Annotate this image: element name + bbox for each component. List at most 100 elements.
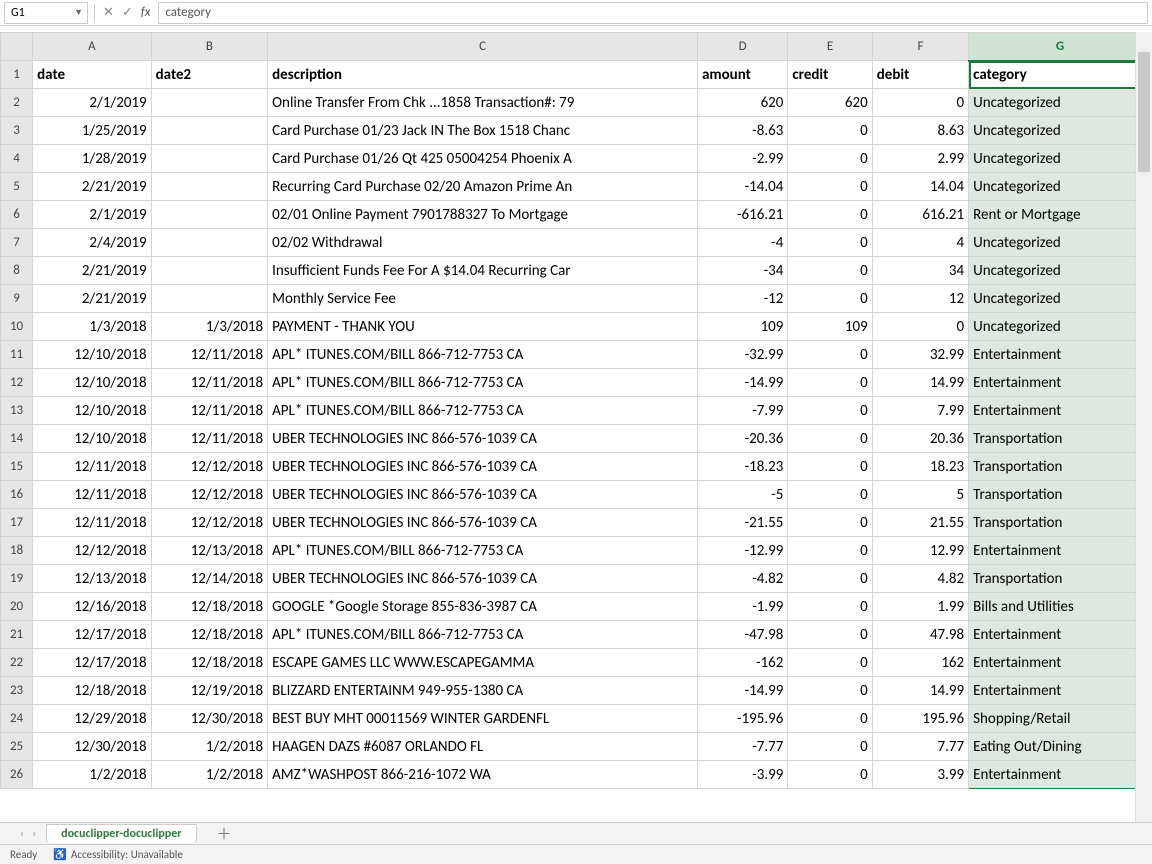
column-header-D[interactable]: D (697, 33, 787, 61)
column-header-A[interactable]: A (33, 33, 152, 61)
cell[interactable]: 18.23 (872, 453, 968, 481)
row-header[interactable]: 21 (1, 621, 33, 649)
cell[interactable]: 7.99 (872, 397, 968, 425)
cell[interactable] (151, 201, 268, 229)
cell[interactable]: 0 (788, 761, 872, 789)
cell[interactable]: 12/11/2018 (151, 425, 268, 453)
row-header[interactable]: 2 (1, 89, 33, 117)
cell[interactable]: UBER TECHNOLOGIES INC 866-576-1039 CA (268, 509, 698, 537)
cell[interactable]: 0 (788, 621, 872, 649)
cell[interactable]: 12/12/2018 (151, 481, 268, 509)
cell[interactable]: 0 (788, 509, 872, 537)
row-header[interactable]: 1 (1, 61, 33, 89)
cell[interactable]: 12.99 (872, 537, 968, 565)
cell[interactable]: APL* ITUNES.COM/BILL 866-712-7753 CA (268, 369, 698, 397)
cell[interactable]: 0 (788, 649, 872, 677)
cell[interactable]: 12/13/2018 (33, 565, 152, 593)
cell-F1[interactable]: debit (872, 61, 968, 89)
row-header[interactable]: 20 (1, 593, 33, 621)
cell[interactable]: 1/2/2018 (151, 733, 268, 761)
cell[interactable]: Uncategorized (969, 257, 1152, 285)
cell[interactable]: 0 (788, 257, 872, 285)
cell[interactable]: 1/2/2018 (151, 761, 268, 789)
cell[interactable]: 12/18/2018 (151, 621, 268, 649)
row-header[interactable]: 13 (1, 397, 33, 425)
cell[interactable]: 12/18/2018 (151, 593, 268, 621)
row-header[interactable]: 17 (1, 509, 33, 537)
cell-G1[interactable]: category (969, 61, 1152, 89)
column-header-C[interactable]: C (268, 33, 698, 61)
cell[interactable]: Transportation (969, 509, 1152, 537)
cell[interactable]: 12/10/2018 (33, 341, 152, 369)
cell[interactable]: 0 (788, 677, 872, 705)
tab-next-icon[interactable]: › (32, 827, 36, 841)
cell[interactable]: 195.96 (872, 705, 968, 733)
cell[interactable]: 0 (788, 425, 872, 453)
cell[interactable]: -20.36 (697, 425, 787, 453)
cell[interactable]: -21.55 (697, 509, 787, 537)
cell[interactable]: 12/12/2018 (151, 509, 268, 537)
cell[interactable]: 0 (788, 733, 872, 761)
cell[interactable]: Transportation (969, 565, 1152, 593)
cell[interactable]: 2/21/2019 (33, 285, 152, 313)
cell[interactable]: 4.82 (872, 565, 968, 593)
cell[interactable] (151, 145, 268, 173)
cell[interactable]: -2.99 (697, 145, 787, 173)
cell[interactable]: Bills and Utilities (969, 593, 1152, 621)
cell[interactable]: 34 (872, 257, 968, 285)
cell[interactable]: 02/01 Online Payment 7901788327 To Mortg… (268, 201, 698, 229)
cell[interactable]: 0 (788, 593, 872, 621)
cell[interactable]: 0 (788, 201, 872, 229)
cell[interactable]: 2/21/2019 (33, 257, 152, 285)
cell[interactable]: 12/10/2018 (33, 369, 152, 397)
cell[interactable]: 12/10/2018 (33, 397, 152, 425)
cell[interactable]: Uncategorized (969, 145, 1152, 173)
column-header-G[interactable]: G (969, 33, 1152, 61)
cell[interactable]: Online Transfer From Chk ...1858 Transac… (268, 89, 698, 117)
cell[interactable]: Entertainment (969, 649, 1152, 677)
cell[interactable]: 12/11/2018 (151, 397, 268, 425)
cell[interactable]: -34 (697, 257, 787, 285)
cell[interactable]: 109 (788, 313, 872, 341)
cell[interactable]: 12/16/2018 (33, 593, 152, 621)
cell[interactable]: Transportation (969, 481, 1152, 509)
cancel-icon[interactable]: ✕ (103, 5, 114, 20)
cell[interactable] (151, 173, 268, 201)
cell-A1[interactable]: date (33, 61, 152, 89)
cell[interactable]: UBER TECHNOLOGIES INC 866-576-1039 CA (268, 481, 698, 509)
fx-icon[interactable]: fx (141, 5, 151, 20)
cell[interactable]: Entertainment (969, 761, 1152, 789)
row-header[interactable]: 25 (1, 733, 33, 761)
cell[interactable]: 2/21/2019 (33, 173, 152, 201)
row-header[interactable]: 3 (1, 117, 33, 145)
cell[interactable]: APL* ITUNES.COM/BILL 866-712-7753 CA (268, 397, 698, 425)
cell[interactable]: 12/11/2018 (33, 509, 152, 537)
row-header[interactable]: 24 (1, 705, 33, 733)
cell[interactable]: APL* ITUNES.COM/BILL 866-712-7753 CA (268, 621, 698, 649)
cell-D1[interactable]: amount (697, 61, 787, 89)
cell[interactable]: 0 (788, 537, 872, 565)
column-header-E[interactable]: E (788, 33, 872, 61)
cell[interactable]: 12/10/2018 (33, 425, 152, 453)
cell[interactable]: 21.55 (872, 509, 968, 537)
cell[interactable]: ESCAPE GAMES LLC WWW.ESCAPEGAMMA (268, 649, 698, 677)
cell[interactable]: -8.63 (697, 117, 787, 145)
cell[interactable]: 0 (788, 173, 872, 201)
cell[interactable]: Uncategorized (969, 117, 1152, 145)
cell[interactable]: 20.36 (872, 425, 968, 453)
cell[interactable]: 12/11/2018 (151, 369, 268, 397)
cell[interactable]: Card Purchase 01/26 Qt 425 05004254 Phoe… (268, 145, 698, 173)
cell[interactable]: 4 (872, 229, 968, 257)
cell[interactable]: PAYMENT - THANK YOU (268, 313, 698, 341)
cell[interactable]: Rent or Mortgage (969, 201, 1152, 229)
cell[interactable]: 8.63 (872, 117, 968, 145)
cell[interactable]: Insufficient Funds Fee For A $14.04 Recu… (268, 257, 698, 285)
cell[interactable]: Entertainment (969, 341, 1152, 369)
row-header[interactable]: 9 (1, 285, 33, 313)
select-all-corner[interactable] (1, 33, 33, 61)
cell[interactable]: -47.98 (697, 621, 787, 649)
cell[interactable]: -32.99 (697, 341, 787, 369)
cell[interactable]: 12 (872, 285, 968, 313)
row-header[interactable]: 18 (1, 537, 33, 565)
cell[interactable]: BLIZZARD ENTERTAINM 949-955-1380 CA (268, 677, 698, 705)
